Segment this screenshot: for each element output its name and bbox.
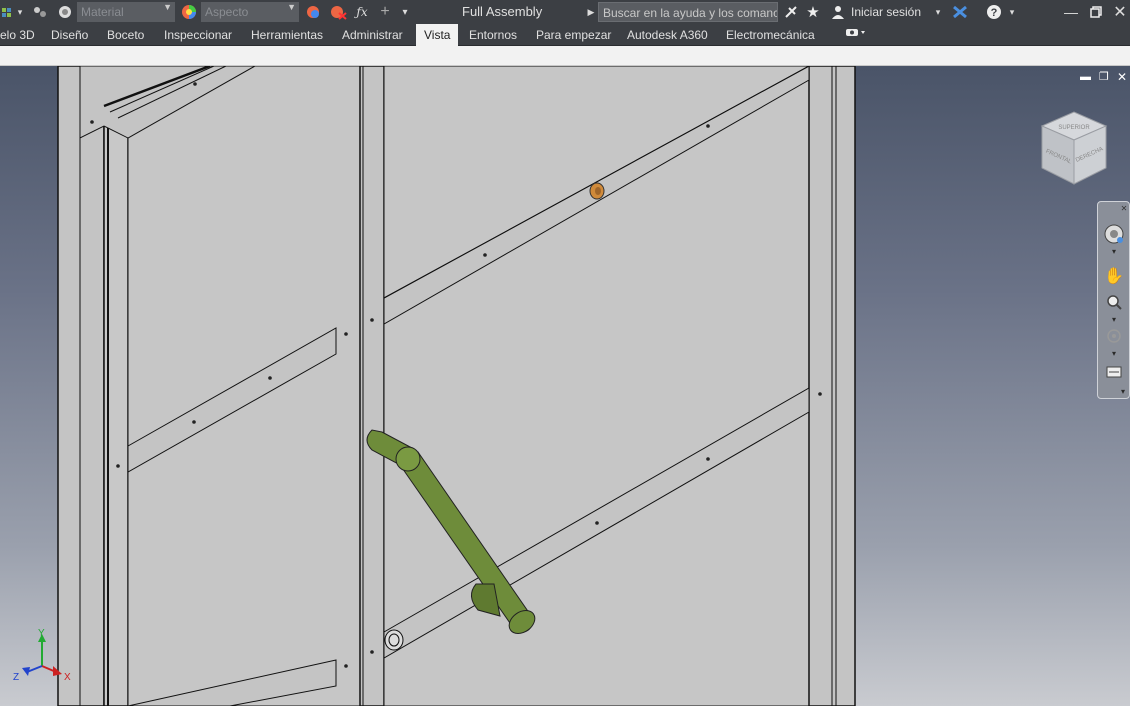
svg-text:?: ? bbox=[991, 7, 998, 19]
viewport-restore-icon[interactable]: ❐ bbox=[1099, 70, 1109, 83]
document-title: Full Assembly bbox=[462, 4, 543, 19]
tab-para-empezar[interactable]: Para empezar bbox=[536, 24, 611, 46]
signin-label[interactable]: Iniciar sesión bbox=[851, 0, 921, 24]
close-icon[interactable]: ✕ bbox=[1110, 0, 1130, 24]
tab-modelo-3d[interactable]: elo 3D bbox=[0, 24, 35, 46]
appearance-dropdown[interactable]: Aspecto ▼ bbox=[201, 2, 299, 22]
axis-y-label: Y bbox=[38, 628, 45, 639]
ribbon-toggle-icon bbox=[846, 29, 865, 36]
help-search-input[interactable]: Buscar en la ayuda y los comanc bbox=[598, 2, 778, 22]
tab-electromecanica[interactable]: Electromecánica bbox=[726, 24, 815, 46]
navigation-bar: ✕ ▾ ✋ ▾ ▾ ▾ bbox=[1097, 201, 1130, 399]
lock-knob bbox=[384, 629, 404, 651]
material-dropdown-value: Material bbox=[81, 5, 124, 19]
communication-center-icon[interactable] bbox=[781, 0, 801, 24]
coordinate-triad bbox=[22, 634, 62, 676]
chevron-down-icon[interactable]: ▾ bbox=[15, 0, 25, 24]
parameters-icon[interactable]: ƒx bbox=[353, 0, 371, 24]
graphics-viewport[interactable]: Y X Z SUPERIOR FRONTAL DERECHA ▬ ❐ ✕ ✕ ▾… bbox=[0, 66, 1130, 706]
left-frame-post bbox=[57, 66, 105, 706]
tab-autodesk-a360[interactable]: Autodesk A360 bbox=[627, 24, 708, 46]
tab-administrar[interactable]: Administrar bbox=[342, 24, 403, 46]
chevron-right-icon[interactable]: ▶ bbox=[586, 0, 596, 24]
middle-frame-post bbox=[359, 66, 385, 706]
steering-wheel-icon[interactable] bbox=[1102, 222, 1126, 246]
viewport-minimize-icon[interactable]: ▬ bbox=[1080, 71, 1091, 83]
chevron-down-icon[interactable]: ▾ bbox=[1102, 246, 1126, 256]
ribbon-tabs: elo 3D Diseño Boceto Inspeccionar Herram… bbox=[0, 24, 1130, 46]
orange-knob bbox=[589, 182, 605, 200]
customize-toolbar-icon[interactable]: ▾ bbox=[398, 0, 412, 24]
appearance-icon[interactable] bbox=[179, 0, 199, 24]
material-dropdown[interactable]: Material ▼ bbox=[77, 2, 175, 22]
assembly-model: Y X Z SUPERIOR FRONTAL DERECHA bbox=[13, 66, 1108, 706]
navbar-close-icon[interactable]: ✕ bbox=[1120, 204, 1128, 213]
restore-icon[interactable] bbox=[1086, 0, 1106, 24]
viewport-close-icon[interactable]: ✕ bbox=[1117, 70, 1127, 84]
title-bar: ▾ Material ▼ Aspecto ▼ ƒx + ▾ Full Assem… bbox=[0, 0, 1130, 24]
add-icon[interactable]: + bbox=[376, 0, 394, 24]
user-icon[interactable] bbox=[830, 0, 846, 24]
tab-entornos[interactable]: Entornos bbox=[469, 24, 517, 46]
clear-appearance-icon[interactable] bbox=[327, 0, 349, 24]
material-icon[interactable] bbox=[55, 0, 75, 24]
help-icon[interactable]: ? bbox=[984, 0, 1004, 24]
appearance-dropdown-value: Aspecto bbox=[205, 5, 249, 19]
tab-diseno[interactable]: Diseño bbox=[51, 24, 88, 46]
viewcube[interactable]: SUPERIOR FRONTAL DERECHA bbox=[1040, 111, 1108, 185]
select-icon[interactable] bbox=[30, 0, 50, 24]
chevron-down-icon: ▼ bbox=[287, 2, 296, 12]
chevron-down-icon[interactable]: ▾ bbox=[1007, 0, 1017, 24]
ribbon-display-toggle[interactable] bbox=[845, 24, 867, 46]
axis-x-label: X bbox=[64, 672, 71, 683]
chevron-down-icon[interactable]: ▾ bbox=[1102, 314, 1126, 324]
chevron-down-icon[interactable]: ▾ bbox=[1102, 348, 1126, 358]
axis-z-label: Z bbox=[13, 672, 19, 683]
pan-hand-icon[interactable]: ✋ bbox=[1102, 264, 1126, 288]
tab-herramientas[interactable]: Herramientas bbox=[251, 24, 323, 46]
chevron-down-icon[interactable]: ▾ bbox=[933, 0, 943, 24]
orbit-icon[interactable] bbox=[1102, 324, 1126, 348]
tab-boceto[interactable]: Boceto bbox=[107, 24, 144, 46]
autodesk-app-store-icon[interactable] bbox=[950, 0, 970, 24]
minimize-icon[interactable]: — bbox=[1061, 0, 1081, 24]
customize-navbar-icon[interactable]: ▾ bbox=[1118, 386, 1128, 396]
favorites-star-icon[interactable]: ★ bbox=[803, 0, 823, 24]
adjust-appearance-icon[interactable] bbox=[303, 0, 323, 24]
look-at-icon[interactable] bbox=[1102, 360, 1126, 384]
app-menu-icon[interactable] bbox=[0, 0, 14, 24]
tab-inspeccionar[interactable]: Inspeccionar bbox=[164, 24, 232, 46]
zoom-icon[interactable] bbox=[1102, 290, 1126, 314]
viewcube-top-label: SUPERIOR bbox=[1058, 125, 1090, 131]
tab-vista[interactable]: Vista bbox=[416, 24, 459, 46]
chevron-down-icon: ▼ bbox=[163, 2, 172, 12]
ribbon-panel bbox=[0, 46, 1130, 66]
